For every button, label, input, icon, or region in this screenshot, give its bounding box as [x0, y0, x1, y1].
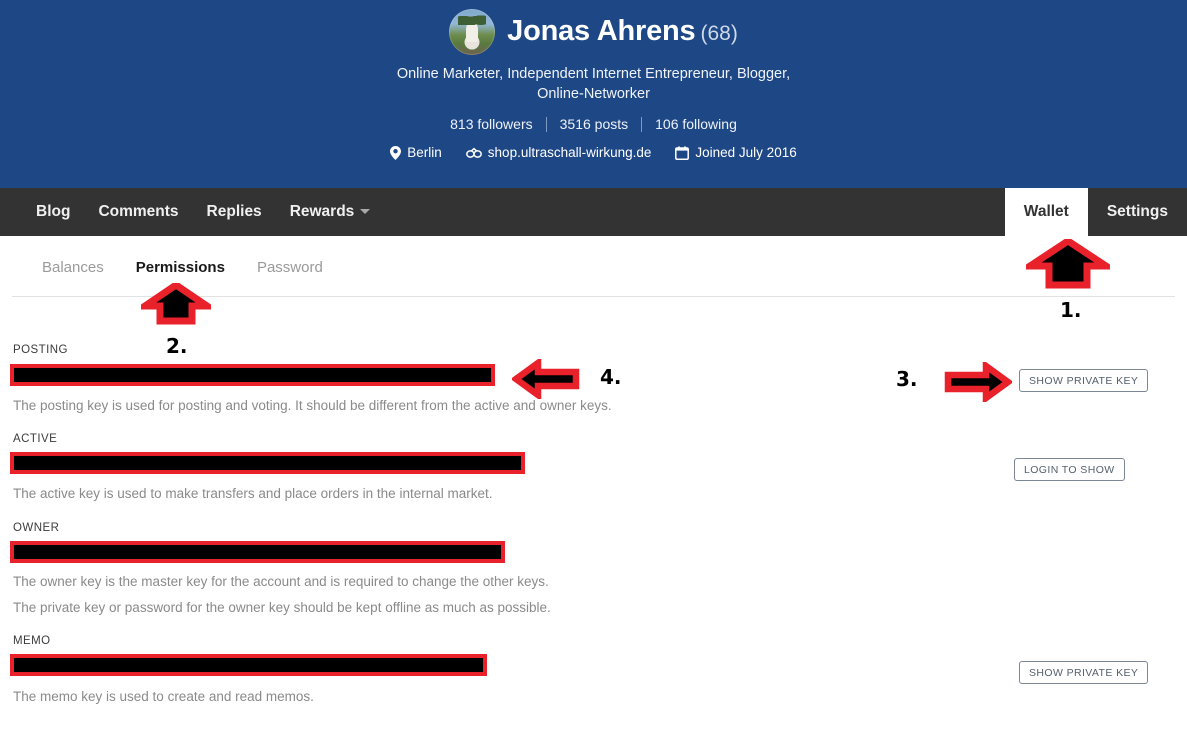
- annotation-number-1: 1.: [1060, 298, 1082, 322]
- owner-key-field[interactable]: [10, 541, 505, 563]
- posting-key-field[interactable]: [10, 364, 495, 386]
- profile-location-label: Berlin: [407, 145, 442, 160]
- nav-item-blog[interactable]: Blog: [22, 188, 84, 236]
- memo-key-label: MEMO: [13, 635, 51, 647]
- profile-about: Online Marketer, Independent Internet En…: [396, 66, 791, 102]
- owner-key-description-2: The private key or password for the owne…: [13, 600, 551, 615]
- profile-joined: Joined July 2016: [675, 145, 797, 160]
- profile-reputation: (68): [700, 22, 738, 46]
- annotation-arrow-1: [1018, 236, 1118, 294]
- posting-show-private-key-button[interactable]: SHOW PRIVATE KEY: [1019, 369, 1149, 392]
- nav-item-rewards-label: Rewards: [289, 203, 355, 220]
- main-navigation: Blog Comments Replies Rewards Wallet Set…: [0, 188, 1187, 236]
- nav-item-comments[interactable]: Comments: [84, 188, 192, 236]
- active-key-description: The active key is used to make transfers…: [13, 486, 493, 501]
- profile-meta-row: Berlin shop.ultraschall-wirkung.de Joine…: [0, 145, 1187, 160]
- profile-display-name: Jonas Ahrens: [507, 15, 696, 48]
- active-key-label: ACTIVE: [13, 433, 58, 445]
- following-count[interactable]: 106 following: [642, 116, 750, 132]
- main-nav-left: Blog Comments Replies Rewards: [0, 188, 384, 236]
- memo-key-field[interactable]: [10, 654, 487, 676]
- wallet-permissions-page: Jonas Ahrens (68) Online Marketer, Indepe…: [0, 0, 1187, 755]
- annotation-arrow-2: [133, 280, 219, 330]
- memo-key-description: The memo key is used to create and read …: [13, 689, 314, 704]
- subtab-balances[interactable]: Balances: [26, 259, 120, 276]
- main-nav-right: Wallet Settings: [1004, 188, 1187, 236]
- profile-website-link[interactable]: shop.ultraschall-wirkung.de: [488, 145, 652, 160]
- nav-item-replies[interactable]: Replies: [193, 188, 276, 236]
- map-pin-icon: [390, 145, 402, 160]
- owner-key-description-1: The owner key is the master key for the …: [13, 574, 549, 589]
- owner-key-label: OWNER: [13, 522, 60, 534]
- profile-joined-label: Joined July 2016: [695, 145, 797, 160]
- subtab-permissions[interactable]: Permissions: [120, 259, 241, 276]
- active-login-to-show-button[interactable]: LOGIN TO SHOW: [1014, 458, 1125, 481]
- profile-stats: 813 followers 3516 posts 106 following: [0, 116, 1187, 132]
- link-icon: [465, 147, 482, 159]
- memo-show-private-key-button[interactable]: SHOW PRIVATE KEY: [1019, 661, 1149, 684]
- avatar: [449, 9, 496, 55]
- profile-name-row: Jonas Ahrens (68): [0, 0, 1187, 55]
- nav-item-rewards[interactable]: Rewards: [276, 188, 385, 236]
- page-title: Jonas Ahrens (68): [507, 15, 738, 48]
- tab-wallet[interactable]: Wallet: [1004, 188, 1088, 236]
- profile-location: Berlin: [390, 145, 442, 160]
- annotation-arrow-4: [510, 356, 580, 404]
- posting-key-label: POSTING: [13, 344, 68, 356]
- annotation-number-4: 4.: [600, 365, 622, 389]
- annotation-number-3: 3.: [896, 367, 918, 391]
- profile-header: Jonas Ahrens (68) Online Marketer, Indepe…: [0, 0, 1187, 188]
- followers-count[interactable]: 813 followers: [437, 116, 546, 132]
- subtab-password[interactable]: Password: [241, 259, 339, 276]
- calendar-icon: [675, 145, 690, 160]
- active-key-field[interactable]: [10, 452, 525, 474]
- chevron-down-icon: [360, 209, 371, 214]
- posts-count[interactable]: 3516 posts: [547, 116, 642, 132]
- annotation-number-2: 2.: [166, 334, 188, 358]
- profile-website: shop.ultraschall-wirkung.de: [465, 145, 652, 160]
- annotation-arrow-3: [944, 359, 1014, 407]
- tab-settings[interactable]: Settings: [1088, 188, 1187, 236]
